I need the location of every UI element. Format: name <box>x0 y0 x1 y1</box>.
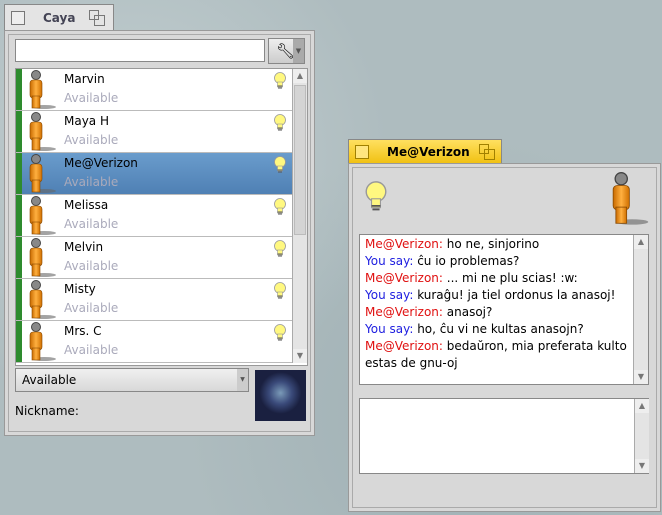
scroll-thumb[interactable] <box>294 85 306 235</box>
contact-row[interactable]: Me@Verizon Available <box>16 153 293 195</box>
chat-message: You say: kuraĝu! ja tiel ordonus la anas… <box>365 287 628 304</box>
message-text: ĉu io problemas? <box>413 254 520 268</box>
status-select[interactable]: Available ▼ <box>15 368 249 392</box>
contact-row[interactable]: Misty Available <box>16 279 293 321</box>
person-icon <box>26 70 56 110</box>
chat-message: Me@Verizon: anasoj? <box>365 304 628 321</box>
lightbulb-icon <box>273 156 287 174</box>
status-indicator <box>16 321 22 362</box>
chat-log: Me@Verizon: ho ne, sinjorino You say: ĉu … <box>359 234 649 385</box>
message-text: ... mi ne plu scias! :w: <box>442 271 578 285</box>
contact-status: Available <box>64 175 119 189</box>
contact-name: Melissa <box>64 198 109 212</box>
contact-list: Marvin Available Maya H Available Me@Ver… <box>15 68 308 366</box>
status-indicator <box>16 111 22 152</box>
zoom-button[interactable] <box>479 144 495 160</box>
contact-name: Me@Verizon <box>64 156 138 170</box>
contact-name: Mrs. C <box>64 324 102 338</box>
chat-window-tab[interactable]: Me@Verizon <box>348 139 502 164</box>
message-text: anasoj? <box>442 305 493 319</box>
message-sender: Me@Verizon: <box>365 237 443 251</box>
message-input-scrollbar[interactable]: ▲ ▼ <box>634 399 649 473</box>
chevron-down-icon: ▼ <box>293 39 304 63</box>
lightbulb-icon <box>273 114 287 132</box>
person-icon <box>26 154 56 194</box>
contact-name: Melvin <box>64 240 104 254</box>
message-input[interactable] <box>359 398 649 474</box>
message-sender: Me@Verizon: <box>365 271 443 285</box>
scroll-down-icon[interactable]: ▼ <box>634 370 648 384</box>
contact-status: Available <box>64 301 119 315</box>
contact-status: Available <box>64 217 119 231</box>
chat-message: Me@Verizon: ... mi ne plu scias! :w: <box>365 270 628 287</box>
search-input[interactable] <box>15 39 265 62</box>
contact-list-scrollbar[interactable]: ▲ ▼ <box>292 69 307 363</box>
message-text: ho, ĉu vi ne kultas anasojn? <box>413 322 584 336</box>
zoom-button[interactable] <box>89 10 105 26</box>
person-icon <box>26 238 56 278</box>
close-button[interactable] <box>355 145 369 159</box>
status-indicator <box>16 69 22 110</box>
avatar[interactable] <box>255 370 306 421</box>
status-indicator <box>16 153 22 194</box>
person-icon <box>26 196 56 236</box>
scroll-up-icon[interactable]: ▲ <box>635 399 649 413</box>
contacts-window-tab[interactable]: Caya <box>4 4 114 31</box>
status-indicator <box>16 195 22 236</box>
person-icon <box>26 280 56 320</box>
lightbulb-icon <box>273 240 287 258</box>
settings-menu-button[interactable]: 🔧︎ ▼ <box>268 38 305 64</box>
person-icon <box>607 172 649 226</box>
chat-window: Me@Verizon: ho ne, sinjorino You say: ĉu … <box>348 163 661 512</box>
contact-name: Maya H <box>64 114 109 128</box>
window-title: Caya <box>43 11 76 25</box>
message-sender: You say: <box>365 254 414 268</box>
message-text: kuraĝu! ja tiel ordonus la anasoj! <box>413 288 616 302</box>
person-icon <box>26 112 56 152</box>
scroll-down-icon[interactable]: ▼ <box>635 459 649 473</box>
status-indicator <box>16 279 22 320</box>
contact-name: Marvin <box>64 72 105 86</box>
message-sender: You say: <box>365 322 414 336</box>
chat-message: You say: ho, ĉu vi ne kultas anasojn? <box>365 321 628 338</box>
chevron-down-icon: ▼ <box>237 369 248 391</box>
contact-row[interactable]: Maya H Available <box>16 111 293 153</box>
contact-row[interactable]: Mrs. C Available <box>16 321 293 363</box>
nickname-label: Nickname: <box>15 404 79 418</box>
lightbulb-icon <box>273 282 287 300</box>
chat-log-scrollbar[interactable]: ▲ ▼ <box>633 235 648 384</box>
contact-row[interactable]: Melvin Available <box>16 237 293 279</box>
status-select-value: Available <box>22 373 77 387</box>
scroll-up-icon[interactable]: ▲ <box>634 235 648 249</box>
chat-message: Me@Verizon: bedaŭron, mia preferata kult… <box>365 338 628 372</box>
message-sender: Me@Verizon: <box>365 339 443 353</box>
person-icon <box>26 322 56 362</box>
contact-status: Available <box>64 91 119 105</box>
status-indicator <box>16 237 22 278</box>
lightbulb-icon <box>363 181 389 213</box>
message-sender: You say: <box>365 288 414 302</box>
lightbulb-icon <box>273 324 287 342</box>
lightbulb-icon <box>273 198 287 216</box>
window-title: Me@Verizon <box>387 145 470 159</box>
contact-name: Misty <box>64 282 96 296</box>
message-text: ho ne, sinjorino <box>442 237 540 251</box>
contact-status: Available <box>64 343 119 357</box>
lightbulb-icon <box>273 72 287 90</box>
close-button[interactable] <box>11 11 25 25</box>
contact-status: Available <box>64 133 119 147</box>
chat-message: You say: ĉu io problemas? <box>365 253 628 270</box>
message-sender: Me@Verizon: <box>365 305 443 319</box>
contact-row[interactable]: Melissa Available <box>16 195 293 237</box>
contacts-window: 🔧︎ ▼ Marvin Available Maya H Available M… <box>4 30 315 436</box>
scroll-down-icon[interactable]: ▼ <box>293 349 307 363</box>
chat-message: Me@Verizon: ho ne, sinjorino <box>365 236 628 253</box>
scroll-up-icon[interactable]: ▲ <box>293 69 307 83</box>
contact-status: Available <box>64 259 119 273</box>
contact-row[interactable]: Marvin Available <box>16 69 293 111</box>
